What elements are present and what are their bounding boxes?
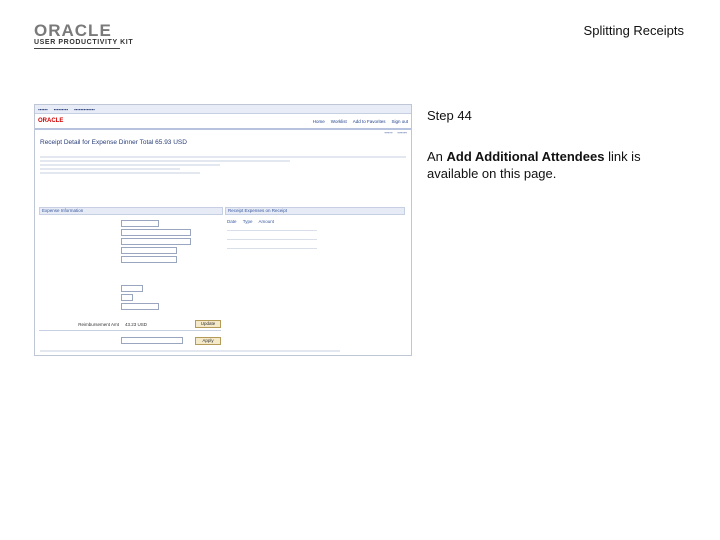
receipt-total-text: Total 65.93 USD xyxy=(139,139,187,146)
screenshot-text-line xyxy=(40,172,200,174)
receipt-title-text: Receipt Detail for Expense Dinner xyxy=(40,139,138,146)
slide-title: Splitting Receipts xyxy=(583,23,684,38)
instruction-link-name: Add Additional Attendees xyxy=(446,149,605,164)
screenshot-footer-text xyxy=(40,350,340,352)
step-instruction: An Add Additional Attendees link is avai… xyxy=(427,148,677,182)
form-field[interactable] xyxy=(121,247,177,254)
crumb: ▪▪▪▪▪▪▪▪▪ xyxy=(53,106,68,112)
crumb: ▪▪▪▪▪▪ xyxy=(38,106,48,112)
screenshot-breadcrumb-bar: ▪▪▪▪▪▪ ▪▪▪▪▪▪▪▪▪ ▪▪▪▪▪▪▪▪▪▪▪▪▪ xyxy=(35,105,411,114)
screenshot-oracle-logo: ORACLE xyxy=(38,118,64,124)
form-field[interactable] xyxy=(121,285,143,292)
form-field[interactable] xyxy=(121,256,177,263)
form-field[interactable] xyxy=(121,303,159,310)
screenshot-header: ORACLE Home Worklist Add to Favorites Si… xyxy=(35,114,411,130)
form-field[interactable] xyxy=(121,220,159,227)
nav-link-favorites[interactable]: Add to Favorites xyxy=(353,119,386,124)
nav-link-signout[interactable]: Sign out xyxy=(391,119,408,124)
logo-divider xyxy=(34,48,120,49)
screenshot-receipt-title: Receipt Detail for Expense Dinner Total … xyxy=(35,139,411,146)
nav-link-worklist[interactable]: Worklist xyxy=(331,119,347,124)
step-label: Step 44 xyxy=(427,108,472,123)
receipt-expenses-section: Receipt Expenses on Receipt xyxy=(225,207,405,215)
form-field[interactable] xyxy=(121,229,191,236)
split-section xyxy=(39,330,221,337)
receipt-row xyxy=(227,239,317,240)
reimbursement-amount-label: Reimbursement Amt xyxy=(78,322,119,327)
form-field[interactable] xyxy=(121,294,133,301)
update-button[interactable]: Update xyxy=(195,320,221,328)
instruction-prefix: An xyxy=(427,149,447,164)
apply-button[interactable]: Apply xyxy=(195,337,221,345)
oracle-brand: ORACLE xyxy=(34,21,112,40)
screenshot-text-line xyxy=(40,164,220,166)
screenshot-nav-links: Home Worklist Add to Favorites Sign out xyxy=(313,119,408,124)
expense-info-section: Expense Information xyxy=(39,207,223,215)
screenshot-text-line xyxy=(40,168,180,170)
nav-link-home[interactable]: Home xyxy=(313,119,325,124)
application-screenshot: ▪▪▪▪▪▪ ▪▪▪▪▪▪▪▪▪ ▪▪▪▪▪▪▪▪▪▪▪▪▪ ORACLE Ho… xyxy=(34,104,412,356)
oracle-upk-logo: ORACLE USER PRODUCTIVITY KIT xyxy=(34,22,133,46)
form-field[interactable] xyxy=(121,238,191,245)
columns-header: Date Type Amount xyxy=(227,219,317,224)
screenshot-text-line xyxy=(40,160,290,162)
column-date: Date xyxy=(227,219,237,224)
reimbursement-amount-value: 43.23 USD xyxy=(125,322,148,327)
upk-product-name: USER PRODUCTIVITY KIT xyxy=(34,39,134,46)
receipt-row xyxy=(227,230,317,231)
column-type: Type xyxy=(242,219,253,224)
receipt-row xyxy=(227,248,317,249)
screenshot-text-line xyxy=(40,156,406,158)
column-amount: Amount xyxy=(258,219,274,224)
screenshot-subnav: ▫▫▫▫▫ ▫▫▫▫▫▫ xyxy=(384,130,407,135)
expense-type-select[interactable] xyxy=(121,337,183,344)
crumb: ▪▪▪▪▪▪▪▪▪▪▪▪▪ xyxy=(73,106,95,112)
